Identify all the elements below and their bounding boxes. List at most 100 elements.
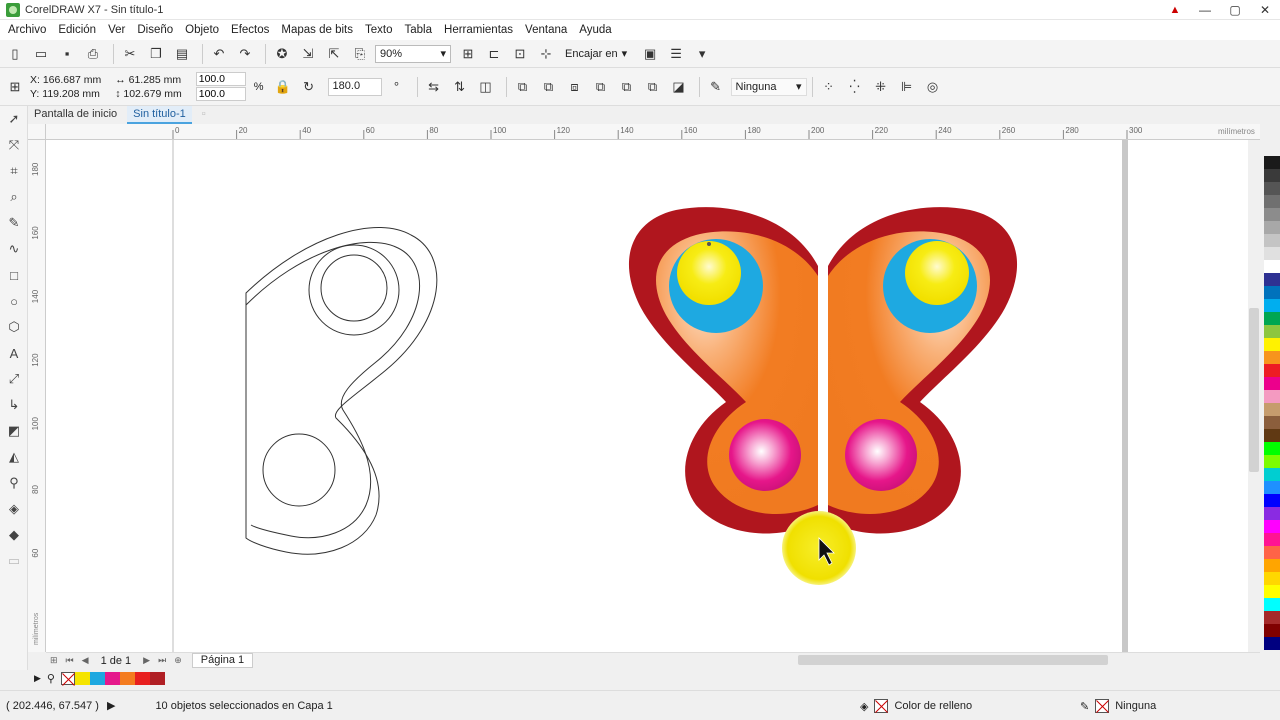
palette-swatch[interactable] (1264, 169, 1280, 182)
menu-texto[interactable]: Texto (359, 24, 399, 36)
show-rulers-icon[interactable]: ⊏ (483, 43, 505, 65)
palette-swatch[interactable] (1264, 208, 1280, 221)
menu-mapas-de-bits[interactable]: Mapas de bits (275, 24, 359, 36)
palette-swatch[interactable] (1264, 364, 1280, 377)
palette-swatch[interactable] (1264, 507, 1280, 520)
front-minus-back-icon[interactable]: ⧉ (616, 76, 638, 98)
document-palette-swatch[interactable] (119, 671, 135, 685)
ruler-origin-icon[interactable] (28, 124, 46, 140)
palette-swatch[interactable] (1264, 598, 1280, 611)
outline-width-select[interactable]: Ninguna ▾ (730, 77, 807, 96)
menu-diseno[interactable]: Diseño (131, 24, 179, 36)
color-palette[interactable] (1264, 156, 1280, 650)
palette-swatch[interactable] (1264, 390, 1280, 403)
ellipse-tool-icon[interactable]: ○ (0, 288, 28, 314)
vertical-scroll-thumb[interactable] (1249, 308, 1259, 472)
width-field[interactable]: ↔ 61.285 mm (115, 73, 182, 87)
shape-tool-icon[interactable]: ⤧ (0, 132, 28, 158)
palette-swatch[interactable] (1264, 234, 1280, 247)
height-field[interactable]: ↕ 102.679 mm (115, 87, 182, 101)
new-tab-icon[interactable]: ▫ (196, 106, 212, 124)
palette-swatch[interactable] (1264, 546, 1280, 559)
options-icon[interactable]: ☰ (665, 43, 687, 65)
group-icon[interactable]: ◫ (475, 76, 497, 98)
toolbox-scroll-icon[interactable]: ▭ (0, 548, 28, 574)
palette-swatch[interactable] (1264, 520, 1280, 533)
menu-edicion[interactable]: Edición (52, 24, 102, 36)
mirror-vertical-icon[interactable]: ⇅ (449, 76, 471, 98)
palette-swatch[interactable] (1264, 247, 1280, 260)
palette-swatch[interactable] (1264, 377, 1280, 390)
play-icon[interactable]: ▶ (107, 699, 115, 712)
add-page-icon[interactable]: ⊕ (174, 655, 182, 666)
print-icon[interactable]: ⎙ (82, 43, 104, 65)
pick-tool-icon[interactable]: ➚ (0, 106, 28, 132)
close-button[interactable]: ✕ (1250, 0, 1280, 20)
palette-swatch[interactable] (1264, 299, 1280, 312)
drop-shadow-tool-icon[interactable]: ◩ (0, 418, 28, 444)
drawing-canvas[interactable] (46, 140, 1260, 652)
menu-herramientas[interactable]: Herramientas (438, 24, 519, 36)
document-palette-swatch[interactable] (134, 671, 150, 685)
copy-icon[interactable]: ❐ (145, 43, 167, 65)
tab-sin-titulo-1[interactable]: Sin título-1 (127, 106, 192, 124)
scale-x-input[interactable] (195, 71, 246, 86)
horizontal-ruler[interactable]: 0 20 40 60 80 100 120 140 160 180 200 220 240 260 280 3… (46, 124, 1260, 140)
palette-swatch[interactable] (1264, 494, 1280, 507)
menu-objeto[interactable]: Objeto (179, 24, 225, 36)
smart-fill-icon[interactable]: ◆ (0, 522, 28, 548)
palette-swatch[interactable] (1264, 182, 1280, 195)
document-palette-swatch[interactable] (74, 671, 90, 685)
vertical-scrollbar[interactable] (1248, 140, 1260, 652)
y-position-field[interactable]: Y: 119.208 mm (30, 87, 101, 101)
palette-eyedropper-icon[interactable]: ⚲ (47, 672, 55, 685)
palette-swatch[interactable] (1264, 338, 1280, 351)
palette-swatch[interactable] (1264, 468, 1280, 481)
rotation-angle-input[interactable]: 180.0 (327, 77, 382, 96)
node-handle[interactable] (707, 242, 711, 246)
pink-spot[interactable] (729, 419, 801, 491)
artistic-media-icon[interactable]: ∿ (0, 236, 28, 262)
palette-swatch[interactable] (1264, 481, 1280, 494)
open-folder-icon[interactable]: ▭ (30, 43, 52, 65)
menu-ventana[interactable]: Ventana (519, 24, 573, 36)
publish-pdf-icon[interactable]: ⎘ (349, 43, 371, 65)
combine-icon[interactable]: ⁛ (844, 76, 866, 98)
trim-icon[interactable]: ⧉ (538, 76, 560, 98)
palette-swatch[interactable] (1264, 572, 1280, 585)
lock-ratio-icon[interactable]: 🔒 (272, 76, 294, 98)
next-page-icon[interactable]: ▶ (143, 655, 150, 666)
zoom-tool-icon[interactable]: ⌕ (0, 184, 28, 210)
show-grid-icon[interactable]: ⊡ (509, 43, 531, 65)
tab-pantalla-de-inicio[interactable]: Pantalla de inicio (28, 106, 123, 124)
connector-tool-icon[interactable]: ↳ (0, 392, 28, 418)
palette-swatch[interactable] (1264, 273, 1280, 286)
document-palette-swatch[interactable] (104, 671, 120, 685)
snap-to-dropdown[interactable]: Encajar en ▾ (561, 47, 631, 61)
palette-swatch[interactable] (1264, 260, 1280, 273)
first-page-icon[interactable]: ⏮ (66, 655, 74, 666)
prev-page-icon[interactable]: ◀ (82, 655, 89, 666)
x-position-field[interactable]: X: 166.687 mm (30, 73, 101, 87)
palette-swatch[interactable] (1264, 351, 1280, 364)
palette-swatch[interactable] (1264, 585, 1280, 598)
page-tab[interactable]: Página 1 (191, 653, 254, 668)
menu-archivo[interactable]: Archivo (2, 24, 52, 36)
outline-indicator[interactable]: ✎ Ninguna (1080, 691, 1156, 720)
cut-icon[interactable]: ✂ (119, 43, 141, 65)
text-tool-icon[interactable]: A (0, 340, 28, 366)
last-page-icon[interactable]: ⏭ (158, 655, 166, 666)
palette-swatch[interactable] (1264, 455, 1280, 468)
welcome-screen-icon[interactable]: ▣ (639, 43, 661, 65)
document-palette-swatch[interactable] (149, 671, 165, 685)
menu-ayuda[interactable]: Ayuda (573, 24, 617, 36)
palette-expand-icon[interactable]: ▶ (34, 673, 41, 684)
palette-swatch[interactable] (1264, 624, 1280, 637)
menu-tabla[interactable]: Tabla (399, 24, 439, 36)
zoom-level-select[interactable]: 90% ▾ (375, 44, 451, 63)
eyedropper-tool-icon[interactable]: ⚲ (0, 470, 28, 496)
create-boundary-icon[interactable]: ◪ (668, 76, 690, 98)
simplify-icon[interactable]: ⧉ (590, 76, 612, 98)
paste-icon[interactable]: ▤ (171, 43, 193, 65)
transparency-tool-icon[interactable]: ◭ (0, 444, 28, 470)
